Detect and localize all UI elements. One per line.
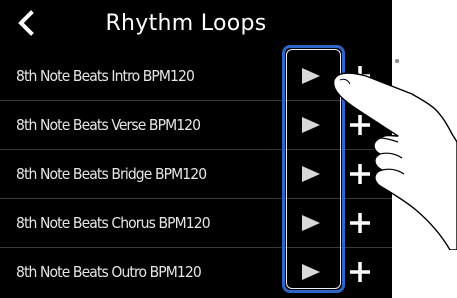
chevron-left-icon <box>18 10 34 36</box>
play-icon <box>302 117 320 133</box>
plus-icon <box>350 213 370 233</box>
add-button[interactable] <box>348 113 372 137</box>
loop-row: 8th Note Beats Bridge BPM120 <box>0 150 392 199</box>
add-button[interactable] <box>348 162 372 186</box>
play-button[interactable] <box>300 65 322 87</box>
loop-list: 8th Note Beats Intro BPM120 8th Note Bea… <box>0 52 392 296</box>
plus-icon <box>350 66 370 86</box>
play-icon <box>302 166 320 182</box>
loop-label: 8th Note Beats Intro BPM120 <box>16 67 195 85</box>
play-button[interactable] <box>300 114 322 136</box>
add-button[interactable] <box>348 211 372 235</box>
play-button[interactable] <box>300 212 322 234</box>
loop-row: 8th Note Beats Outro BPM120 <box>0 248 392 296</box>
loop-row: 8th Note Beats Chorus BPM120 <box>0 199 392 248</box>
loop-row: 8th Note Beats Intro BPM120 <box>0 52 392 101</box>
page-title: Rhythm Loops <box>105 11 267 36</box>
add-button[interactable] <box>348 260 372 284</box>
loop-row: 8th Note Beats Verse BPM120 <box>0 101 392 150</box>
plus-icon <box>350 115 370 135</box>
loop-label: 8th Note Beats Bridge BPM120 <box>16 165 207 183</box>
play-icon <box>302 215 320 231</box>
loop-label: 8th Note Beats Chorus BPM120 <box>16 214 211 232</box>
play-icon <box>302 264 320 280</box>
loop-label: 8th Note Beats Verse BPM120 <box>16 116 201 134</box>
rhythm-loops-screen: Rhythm Loops 8th Note Beats Intro BPM120… <box>0 0 392 298</box>
loop-label: 8th Note Beats Outro BPM120 <box>16 263 202 281</box>
add-button[interactable] <box>348 64 372 88</box>
play-icon <box>302 68 320 84</box>
header: Rhythm Loops <box>0 0 392 47</box>
play-button[interactable] <box>300 261 322 283</box>
play-button[interactable] <box>300 163 322 185</box>
plus-icon <box>350 262 370 282</box>
back-button[interactable] <box>14 10 38 36</box>
scroll-indicator-dot <box>395 59 399 63</box>
plus-icon <box>350 164 370 184</box>
